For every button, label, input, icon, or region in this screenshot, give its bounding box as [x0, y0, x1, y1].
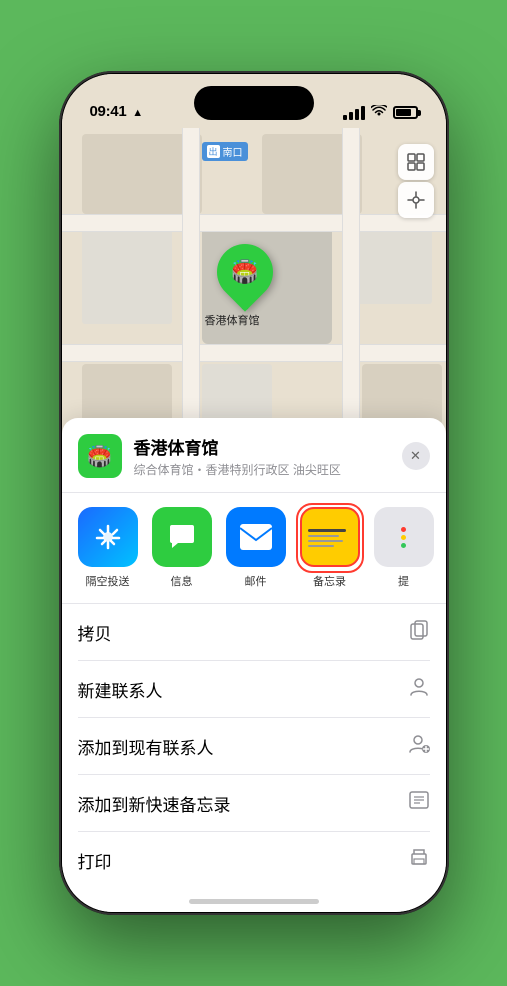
- share-item-notes[interactable]: 备忘录: [300, 507, 360, 589]
- add-contact-label: 添加到现有联系人: [78, 734, 214, 759]
- stadium-icon: 🏟️: [231, 259, 258, 285]
- map-view-toggle[interactable]: [398, 144, 434, 180]
- location-header: 🏟️ 香港体育馆 综合体育馆・香港特别行政区 油尖旺区 ✕: [62, 434, 446, 493]
- home-indicator: [189, 899, 319, 904]
- location-icon: 🏟️: [78, 434, 122, 478]
- exit-label-name: 南口: [223, 144, 243, 159]
- notes-icon: [300, 507, 360, 567]
- action-quick-note[interactable]: 添加到新快速备忘录: [78, 775, 430, 832]
- copy-icon: [408, 618, 430, 646]
- more-dots: [401, 527, 406, 548]
- battery-icon: [393, 106, 418, 119]
- notes-label: 备忘录: [313, 573, 346, 589]
- close-button[interactable]: ✕: [402, 442, 430, 470]
- copy-label: 拷贝: [78, 620, 112, 645]
- print-label: 打印: [78, 848, 112, 873]
- location-indicator: ▲: [132, 107, 143, 119]
- new-contact-label: 新建联系人: [78, 677, 163, 702]
- stadium-map-label: 香港体育馆: [205, 312, 260, 328]
- action-add-contact[interactable]: 添加到现有联系人: [78, 718, 430, 775]
- action-list: 拷贝 新建联系人: [62, 604, 446, 888]
- wifi-icon: [371, 105, 387, 120]
- quick-note-icon: [408, 789, 430, 817]
- airdrop-label: 隔空投送: [86, 573, 130, 589]
- dynamic-island: [194, 86, 314, 120]
- share-row: 隔空投送 信息: [62, 493, 446, 604]
- location-subtitle: 综合体育馆・香港特别行政区 油尖旺区: [134, 461, 390, 478]
- action-copy[interactable]: 拷贝: [78, 604, 430, 661]
- status-time: 09:41 ▲: [90, 103, 143, 120]
- message-icon: [152, 507, 212, 567]
- quick-note-label: 添加到新快速备忘录: [78, 791, 231, 816]
- mail-label: 邮件: [245, 573, 267, 589]
- bottom-sheet: 🏟️ 香港体育馆 综合体育馆・香港特别行政区 油尖旺区 ✕: [62, 418, 446, 912]
- phone-inner: 09:41 ▲: [62, 74, 446, 912]
- share-item-mail[interactable]: 邮件: [226, 507, 286, 589]
- action-print[interactable]: 打印: [78, 832, 430, 888]
- map-controls: [398, 144, 434, 218]
- stadium-pin-circle: 🏟️: [205, 232, 284, 311]
- status-icons: [343, 105, 418, 120]
- more-label: 提: [398, 573, 409, 589]
- action-new-contact[interactable]: 新建联系人: [78, 661, 430, 718]
- share-item-airdrop[interactable]: 隔空投送: [78, 507, 138, 589]
- message-label: 信息: [171, 573, 193, 589]
- add-contact-icon: [408, 732, 430, 760]
- phone-frame: 09:41 ▲: [59, 71, 449, 915]
- location-info: 香港体育馆 综合体育馆・香港特别行政区 油尖旺区: [134, 434, 390, 478]
- new-contact-icon: [408, 675, 430, 703]
- exit-label-prefix: 出: [207, 145, 220, 158]
- map-exit-label: 出 南口: [202, 142, 248, 161]
- location-name: 香港体育馆: [134, 434, 390, 459]
- mail-icon: [226, 507, 286, 567]
- share-item-message[interactable]: 信息: [152, 507, 212, 589]
- airdrop-icon: [78, 507, 138, 567]
- stadium-pin: 🏟️ 香港体育馆: [217, 244, 273, 310]
- print-icon: [408, 846, 430, 874]
- location-button[interactable]: [398, 182, 434, 218]
- stadium-emoji: 🏟️: [87, 444, 112, 469]
- share-item-more[interactable]: 提: [374, 507, 434, 589]
- signal-bars-icon: [343, 106, 365, 120]
- more-icon: [374, 507, 434, 567]
